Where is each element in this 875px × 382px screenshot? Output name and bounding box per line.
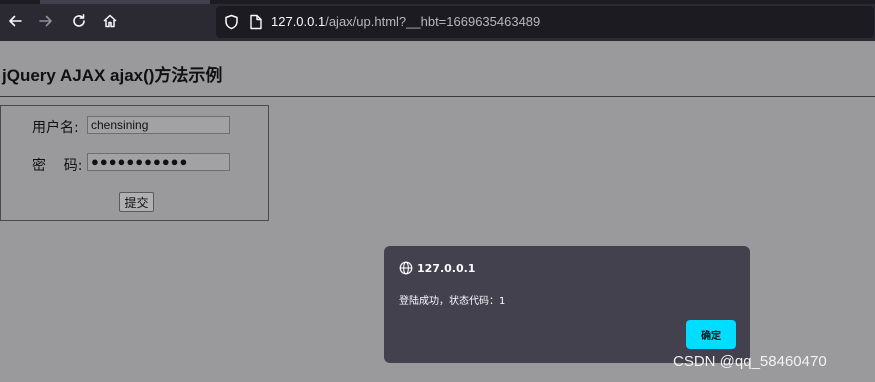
back-icon bbox=[9, 15, 22, 27]
alert-dialog: 127.0.0.1 登陆成功，状态代码：1 确定 bbox=[384, 246, 750, 363]
password-label: 密 码: bbox=[32, 158, 83, 174]
url-text[interactable]: 127.0.0.1/ajax/up.html?__hbt=16696354634… bbox=[271, 13, 540, 31]
watermark: CSDN @qq_58460470 bbox=[673, 353, 827, 370]
home-icon bbox=[103, 14, 117, 28]
username-label: 用户名: bbox=[32, 120, 79, 136]
password-input[interactable]: ●●●●●●●●●●● bbox=[87, 153, 230, 171]
browser-toolbar: 127.0.0.1/ajax/up.html?__hbt=16696354634… bbox=[0, 0, 875, 41]
reload-button[interactable] bbox=[66, 8, 92, 34]
active-tab[interactable] bbox=[40, 0, 210, 4]
dialog-origin: 127.0.0.1 bbox=[399, 261, 475, 275]
forward-button[interactable] bbox=[33, 8, 59, 34]
reload-icon bbox=[73, 14, 85, 27]
back-button[interactable] bbox=[2, 8, 28, 34]
submit-button[interactable]: 提交 bbox=[119, 192, 154, 212]
page-icon[interactable] bbox=[249, 14, 263, 30]
url-host: 127.0.0.1 bbox=[271, 14, 326, 29]
ok-button[interactable]: 确定 bbox=[686, 320, 736, 349]
globe-icon bbox=[399, 261, 413, 275]
url-path: /ajax/up.html?__hbt=1669635463489 bbox=[325, 14, 541, 29]
login-form: 用户名: chensining 密 码: ●●●●●●●●●●● 提交 bbox=[0, 105, 269, 221]
dialog-message: 登陆成功，状态代码：1 bbox=[399, 296, 506, 307]
page-title: jQuery AJAX ajax()方法示例 bbox=[2, 66, 223, 85]
forward-icon bbox=[39, 15, 52, 27]
dialog-origin-text: 127.0.0.1 bbox=[417, 261, 476, 275]
username-input[interactable]: chensining bbox=[87, 116, 230, 134]
shield-icon[interactable] bbox=[224, 14, 239, 30]
url-bar[interactable]: 127.0.0.1/ajax/up.html?__hbt=16696354634… bbox=[216, 6, 874, 38]
divider bbox=[0, 96, 875, 97]
home-button[interactable] bbox=[97, 8, 123, 34]
